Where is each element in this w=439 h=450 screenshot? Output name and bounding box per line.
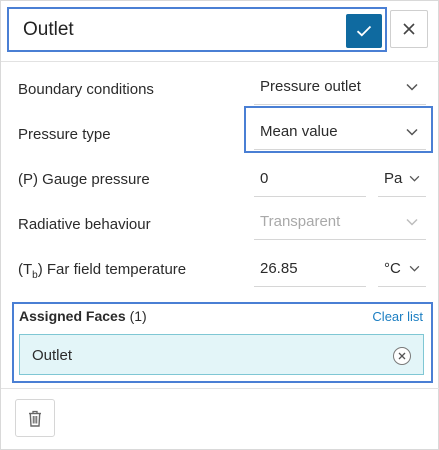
radiative-behaviour-value: Transparent [260, 213, 341, 230]
label-prefix: (T [18, 261, 33, 278]
close-icon [403, 23, 415, 35]
far-field-temperature-input[interactable]: 26.85 [254, 253, 366, 287]
assigned-faces-title: Assigned Faces (1) [19, 308, 147, 324]
boundary-conditions-value: Pressure outlet [260, 78, 361, 95]
pressure-type-label: Pressure type [18, 126, 111, 143]
gauge-pressure-unit-select[interactable]: Pa [378, 163, 426, 197]
far-field-temperature-value: 26.85 [260, 260, 298, 277]
temperature-unit: °C [384, 260, 401, 277]
gauge-pressure-label: (P) Gauge pressure [18, 171, 150, 188]
boundary-name-input[interactable]: Outlet [23, 19, 74, 41]
clear-list-link[interactable]: Clear list [372, 309, 423, 324]
delete-button[interactable] [15, 399, 55, 437]
radiative-behaviour-label: Radiative behaviour [18, 216, 151, 233]
assigned-face-item[interactable]: Outlet [19, 334, 424, 375]
gauge-pressure-input[interactable]: 0 [254, 163, 366, 197]
chevron-down-icon [406, 218, 418, 226]
temperature-unit-select[interactable]: °C [378, 253, 426, 287]
checkmark-icon [356, 25, 372, 37]
confirm-button[interactable] [346, 14, 382, 48]
chevron-down-icon [409, 265, 420, 272]
boundary-condition-panel: Outlet Boundary conditions Pressure outl… [0, 0, 439, 450]
gauge-pressure-value: 0 [260, 170, 269, 187]
pressure-type-select[interactable]: Mean value [254, 116, 426, 150]
label-suffix: ) Far field temperature [37, 261, 187, 278]
chevron-down-icon [409, 175, 420, 182]
close-button[interactable] [390, 10, 428, 48]
close-icon [398, 352, 406, 360]
far-field-temperature-label: (Tb) Far field temperature [18, 261, 186, 281]
remove-face-button[interactable] [393, 347, 411, 365]
assigned-faces-section: Assigned Faces (1) Clear list Outlet [12, 302, 433, 383]
trash-icon [29, 410, 41, 427]
chevron-down-icon [406, 83, 418, 91]
header-divider [1, 61, 439, 62]
assigned-face-label: Outlet [32, 347, 73, 364]
name-field-highlight: Outlet [7, 7, 387, 52]
assigned-faces-label: Assigned Faces [19, 308, 126, 324]
chevron-down-icon [406, 128, 418, 136]
radiative-behaviour-select: Transparent [254, 206, 426, 240]
pressure-type-value: Mean value [260, 123, 338, 140]
boundary-conditions-select[interactable]: Pressure outlet [254, 71, 426, 105]
assigned-faces-count: (1) [129, 308, 147, 324]
boundary-conditions-label: Boundary conditions [18, 81, 154, 98]
footer-divider [1, 388, 439, 389]
gauge-pressure-unit: Pa [384, 170, 403, 187]
